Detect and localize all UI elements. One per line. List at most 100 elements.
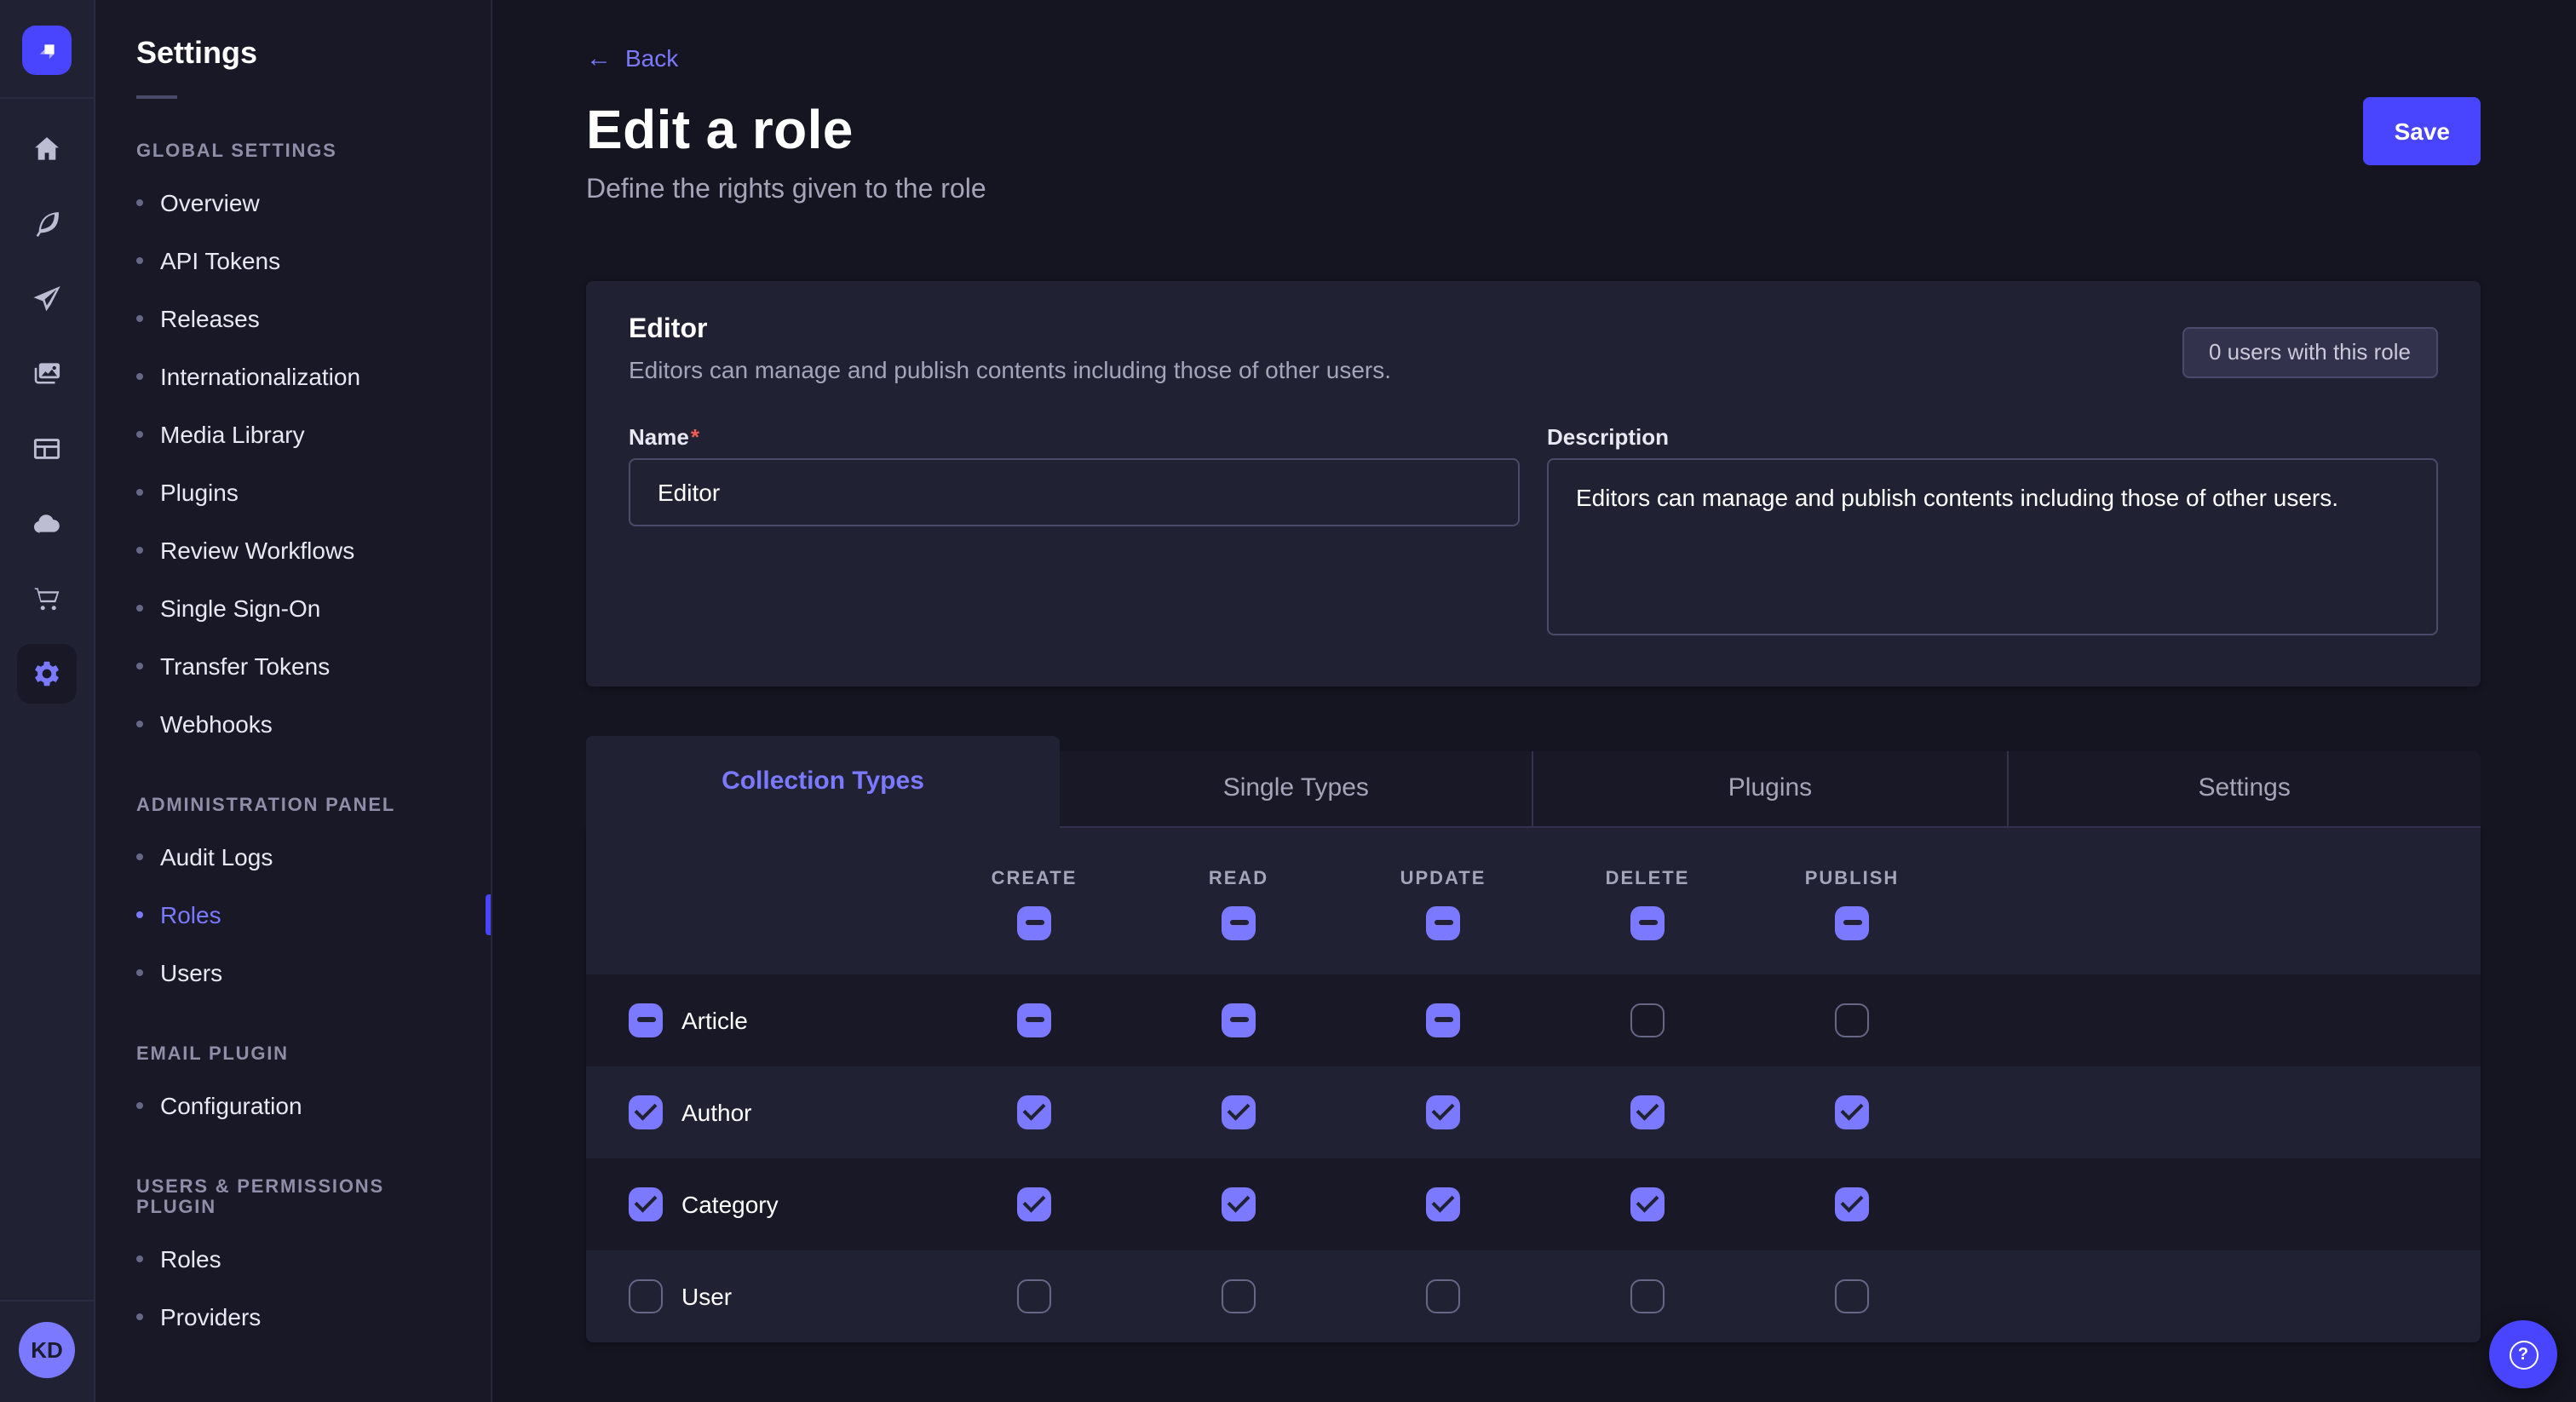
tab-single-types[interactable]: Single Types (1060, 750, 1532, 825)
help-button[interactable]: ? (2489, 1320, 2557, 1388)
column-delete: DELETE (1545, 868, 1750, 939)
section-global-settings: GLOBAL SETTINGS (136, 141, 450, 162)
bullet-icon (136, 199, 143, 206)
required-asterisk: * (691, 423, 699, 449)
section-email-plugin: EMAIL PLUGIN (136, 1044, 450, 1065)
subnav-item-users[interactable]: Users (95, 944, 491, 1002)
bullet-icon (136, 853, 143, 860)
subnav-item-up-roles[interactable]: Roles (95, 1230, 491, 1288)
column-publish: PUBLISH (1750, 868, 1954, 939)
subnav-item-webhooks[interactable]: Webhooks (95, 695, 491, 753)
media-library-icon[interactable] (17, 344, 77, 404)
select-all-publish-checkbox[interactable] (1835, 905, 1869, 939)
select-all-read-checkbox[interactable] (1222, 905, 1256, 939)
bullet-icon (136, 547, 143, 554)
subnav-item-roles-active[interactable]: Roles (95, 886, 491, 944)
subnav-item-api-tokens[interactable]: API Tokens (95, 232, 491, 290)
main-content: ← Back Edit a role Save Define the right… (492, 0, 2576, 1402)
description-textarea[interactable]: Editors can manage and publish contents … (1547, 457, 2438, 635)
tab-settings[interactable]: Settings (2006, 750, 2481, 825)
subnav-item-label: Review Workflows (160, 537, 354, 564)
users-with-role-badge[interactable]: 0 users with this role (2182, 326, 2438, 377)
subnav-item-audit-logs[interactable]: Audit Logs (95, 828, 491, 886)
name-field-group: Name* (629, 423, 1520, 643)
section-administration-panel: ADMINISTRATION PANEL (136, 796, 450, 816)
row-checkbox-author[interactable] (629, 1095, 663, 1129)
strapi-logo-mark (33, 37, 60, 64)
rail-footer: KD (0, 1300, 94, 1402)
subnav-item-label: Overview (160, 189, 260, 216)
page-subtitle: Define the rights given to the role (586, 175, 2481, 205)
user-avatar[interactable]: KD (19, 1322, 75, 1378)
user-update-checkbox[interactable] (1426, 1278, 1460, 1313)
column-create: CREATE (932, 868, 1136, 939)
save-button[interactable]: Save (2364, 96, 2481, 164)
row-label: Author (681, 1098, 752, 1125)
subnav-item-plugins[interactable]: Plugins (95, 463, 491, 521)
author-update-checkbox[interactable] (1426, 1095, 1460, 1129)
name-field-label: Name* (629, 423, 1520, 449)
back-link[interactable]: ← Back (586, 44, 678, 72)
subnav-item-label: Internationalization (160, 363, 360, 390)
author-delete-checkbox[interactable] (1630, 1095, 1665, 1129)
article-publish-checkbox[interactable] (1835, 1003, 1869, 1037)
category-update-checkbox[interactable] (1426, 1187, 1460, 1221)
row-checkbox-category[interactable] (629, 1187, 663, 1221)
email-plugin-list: Configuration (95, 1077, 491, 1135)
row-checkbox-user[interactable] (629, 1278, 663, 1313)
row-checkbox-article[interactable] (629, 1003, 663, 1037)
role-details-card: Editor Editors can manage and publish co… (586, 280, 2481, 686)
subnav-item-overview[interactable]: Overview (95, 174, 491, 232)
article-create-checkbox[interactable] (1017, 1003, 1051, 1037)
subnav-item-single-sign-on[interactable]: Single Sign-On (95, 579, 491, 637)
cloud-icon[interactable] (17, 494, 77, 554)
paper-plane-icon[interactable] (17, 269, 77, 329)
user-create-checkbox[interactable] (1017, 1278, 1051, 1313)
subnav-item-releases[interactable]: Releases (95, 290, 491, 348)
cart-icon[interactable] (17, 569, 77, 629)
select-all-delete-checkbox[interactable] (1630, 905, 1665, 939)
rail-icon-list (17, 99, 77, 704)
category-read-checkbox[interactable] (1222, 1187, 1256, 1221)
subnav-item-transfer-tokens[interactable]: Transfer Tokens (95, 637, 491, 695)
bullet-icon (136, 663, 143, 669)
select-all-create-checkbox[interactable] (1017, 905, 1051, 939)
strapi-logo[interactable] (22, 26, 72, 75)
subnav-item-internationalization[interactable]: Internationalization (95, 348, 491, 405)
subnav-item-label: Roles (160, 901, 221, 928)
feather-icon[interactable] (17, 194, 77, 254)
users-permissions-list: Roles Providers (95, 1230, 491, 1346)
column-label: DELETE (1606, 868, 1690, 888)
subnav-item-label: Users (160, 959, 222, 986)
bullet-icon (136, 373, 143, 380)
layout-icon[interactable] (17, 419, 77, 479)
user-read-checkbox[interactable] (1222, 1278, 1256, 1313)
subnav-item-review-workflows[interactable]: Review Workflows (95, 521, 491, 579)
article-delete-checkbox[interactable] (1630, 1003, 1665, 1037)
user-delete-checkbox[interactable] (1630, 1278, 1665, 1313)
page-title: Edit a role (586, 99, 854, 162)
author-create-checkbox[interactable] (1017, 1095, 1051, 1129)
tab-collection-types[interactable]: Collection Types (586, 735, 1060, 827)
article-read-checkbox[interactable] (1222, 1003, 1256, 1037)
article-update-checkbox[interactable] (1426, 1003, 1460, 1037)
permissions-tabs: Collection Types Single Types Plugins Se… (586, 735, 2481, 827)
column-label: PUBLISH (1805, 868, 1900, 888)
subnav-title: Settings (136, 36, 491, 72)
tab-plugins[interactable]: Plugins (1532, 750, 2007, 825)
user-publish-checkbox[interactable] (1835, 1278, 1869, 1313)
select-all-update-checkbox[interactable] (1426, 905, 1460, 939)
subnav-item-configuration[interactable]: Configuration (95, 1077, 491, 1135)
subnav-item-media-library[interactable]: Media Library (95, 405, 491, 463)
category-create-checkbox[interactable] (1017, 1187, 1051, 1221)
category-delete-checkbox[interactable] (1630, 1187, 1665, 1221)
category-publish-checkbox[interactable] (1835, 1187, 1869, 1221)
home-icon[interactable] (17, 119, 77, 179)
subnav-item-up-providers[interactable]: Providers (95, 1288, 491, 1346)
name-input[interactable] (629, 457, 1520, 526)
subnav-item-label: Single Sign-On (160, 595, 320, 622)
settings-gear-icon[interactable] (17, 644, 77, 704)
table-row-article: Article (586, 974, 2481, 1066)
author-read-checkbox[interactable] (1222, 1095, 1256, 1129)
author-publish-checkbox[interactable] (1835, 1095, 1869, 1129)
